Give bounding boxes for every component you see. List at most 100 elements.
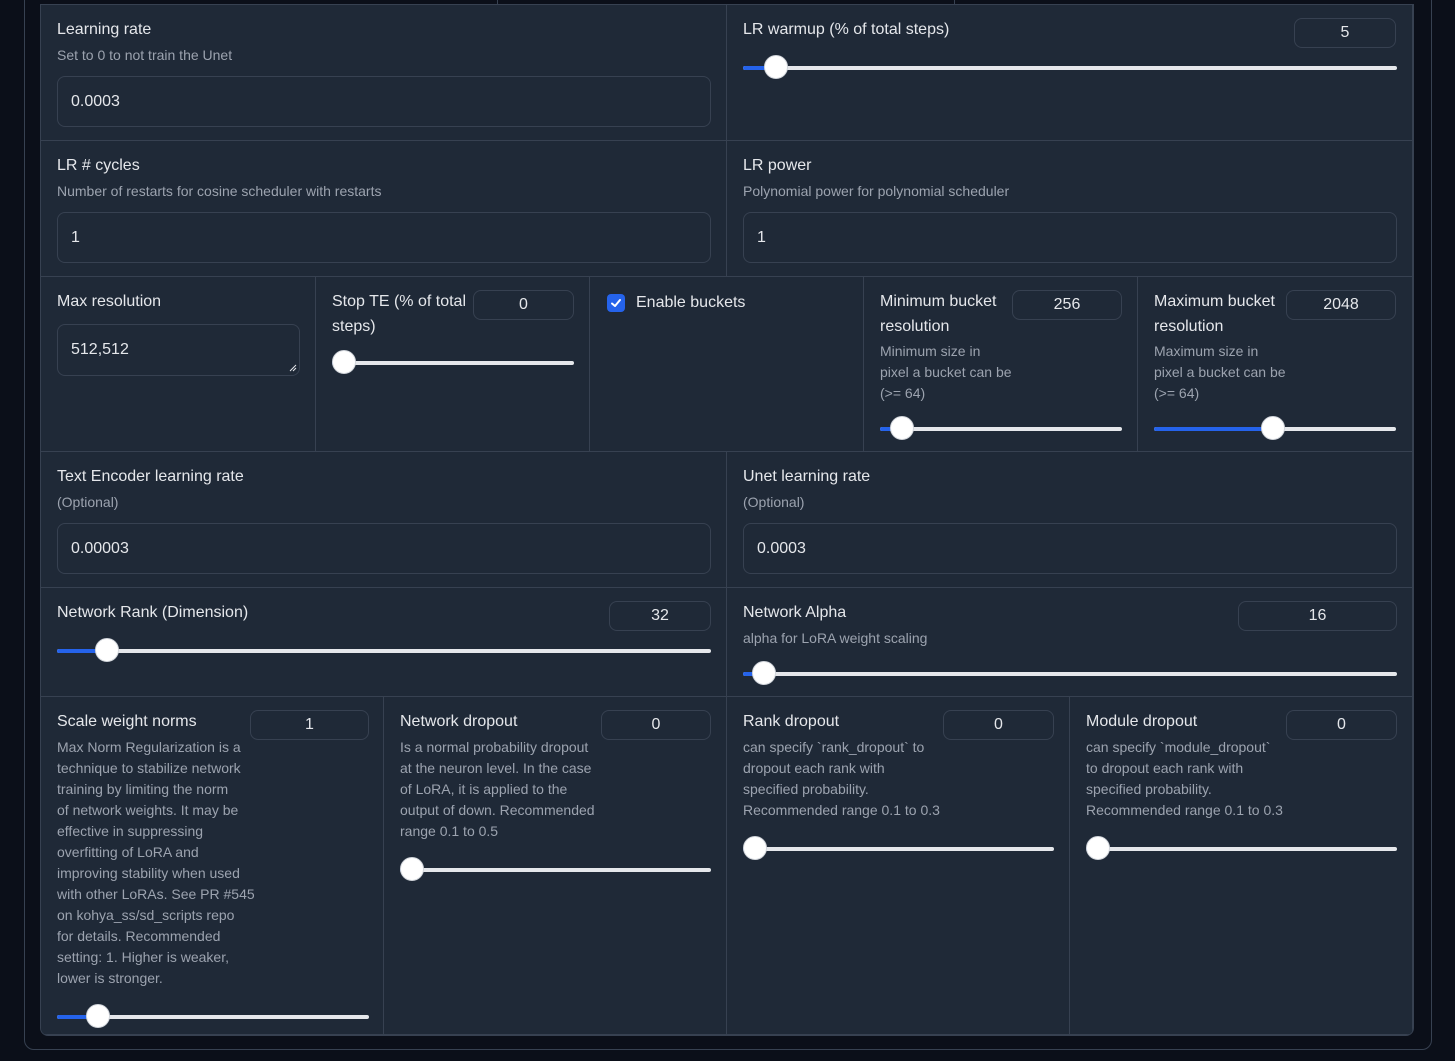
network-dropout-number-input[interactable]: 0 (601, 710, 711, 740)
enable-buckets-block: Enable buckets (590, 277, 864, 452)
network-rank-number-input[interactable]: 32 (609, 601, 711, 631)
network-rank-slider[interactable] (57, 638, 711, 662)
network-alpha-info: alpha for LoRA weight scaling (743, 630, 928, 646)
scale-weight-norms-info-line: with other LoRAs. See PR #545 (57, 886, 255, 902)
max-bucket-info-line3: (>= 64) (1154, 385, 1200, 401)
min-bucket-info-line2: pixel a bucket can be (880, 364, 1012, 380)
network-dropout-info-line: output of down. Recommended (400, 802, 595, 818)
rank-dropout-info-line: specified probability. (743, 781, 869, 797)
max-bucket-slider-thumb[interactable] (1260, 416, 1285, 440)
lr-warmup-label: LR warmup (% of total steps) (743, 21, 950, 38)
lr-cycles-info: Number of restarts for cosine scheduler … (57, 183, 382, 199)
unet-lr-input[interactable]: 0.0003 (743, 523, 1397, 574)
min-bucket-info-line3: (>= 64) (880, 385, 926, 401)
learning-rate-label: Learning rate (57, 21, 152, 38)
network-dropout-slider-thumb[interactable] (400, 857, 424, 881)
lr-cycles-label: LR # cycles (57, 157, 140, 174)
enable-buckets-checkbox[interactable] (607, 294, 625, 312)
rank-dropout-info-line: dropout each rank with (743, 760, 885, 776)
scale-weight-norms-info-line: effective in suppressing (57, 823, 204, 839)
scale-weight-norms-info-line: overfitting of LoRA and (57, 844, 199, 860)
max-bucket-info-line2: pixel a bucket can be (1154, 364, 1286, 380)
stop-te-block: Stop TE (% of total steps) 0 (316, 277, 590, 452)
module-dropout-info-line: can specify `module_dropout` (1086, 739, 1271, 755)
te-lr-info: (Optional) (57, 494, 119, 510)
module-dropout-slider-thumb[interactable] (1086, 836, 1110, 860)
network-dropout-info-line: of LoRA, it is applied to the (400, 781, 568, 797)
scale-weight-norms-info-line: technique to stabilize network (57, 760, 241, 776)
max-resolution-input[interactable]: 512,512 (57, 324, 300, 376)
network-dropout-label: Network dropout (400, 713, 518, 730)
scale-weight-norms-info-line: for details. Recommended (57, 928, 221, 944)
rank-dropout-info-line: Recommended range 0.1 to 0.3 (743, 802, 940, 818)
te-lr-block: Text Encoder learning rate (Optional) 0.… (41, 452, 727, 588)
lr-power-info: Polynomial power for polynomial schedule… (743, 183, 1010, 199)
network-dropout-info-line: at the neuron level. In the case (400, 760, 592, 776)
network-alpha-number-input[interactable]: 16 (1238, 601, 1397, 631)
unet-lr-label: Unet learning rate (743, 468, 871, 485)
network-dropout-info-line: Is a normal probability dropout (400, 739, 589, 755)
module-dropout-block: Module dropout 0 can specify `module_dro… (1070, 697, 1413, 1035)
lr-warmup-slider-thumb[interactable] (763, 55, 788, 79)
max-bucket-number-input[interactable]: 2048 (1286, 290, 1396, 320)
scale-weight-norms-info-line: improving stability when used (57, 865, 240, 881)
scale-weight-norms-info-line: lower is stronger. (57, 970, 163, 986)
network-dropout-block: Network dropout 0 Is a normal probabilit… (384, 697, 727, 1035)
enable-buckets-label[interactable]: Enable buckets (636, 290, 745, 315)
max-bucket-label-line1: Maximum bucket (1154, 293, 1275, 310)
scale-weight-norms-info-line: of network weights. It may be (57, 802, 239, 818)
max-bucket-slider-fill (1154, 427, 1273, 431)
rank-dropout-slider[interactable] (743, 836, 1054, 860)
network-alpha-label: Network Alpha (743, 604, 847, 621)
max-bucket-label-line2: resolution (1154, 318, 1224, 335)
scale-weight-norms-slider[interactable] (57, 1004, 369, 1028)
lr-cycles-block: LR # cycles Number of restarts for cosin… (41, 141, 727, 277)
stop-te-label-line1: Stop TE (% of total (332, 293, 466, 310)
te-lr-input[interactable]: 0.00003 (57, 523, 711, 574)
network-dropout-slider[interactable] (400, 857, 711, 881)
scale-weight-norms-block: Scale weight norms 1 Max Norm Regulariza… (41, 697, 384, 1035)
min-bucket-info-line1: Minimum size in (880, 343, 981, 359)
lr-power-input[interactable]: 1 (743, 212, 1397, 263)
max-resolution-label: Max resolution (57, 293, 162, 310)
lr-power-label: LR power (743, 157, 812, 174)
scale-weight-norms-info-line: setting: 1. Higher is weaker, (57, 949, 229, 965)
network-alpha-block: Network Alpha alpha for LoRA weight scal… (727, 588, 1413, 697)
min-bucket-slider[interactable] (880, 416, 1122, 440)
lr-warmup-slider[interactable] (743, 55, 1397, 79)
scale-weight-norms-number-input[interactable]: 1 (250, 710, 369, 740)
learning-rate-info: Set to 0 to not train the Unet (57, 47, 233, 63)
stop-te-slider-thumb[interactable] (332, 350, 356, 374)
rank-dropout-number-input[interactable]: 0 (943, 710, 1054, 740)
network-rank-block: Network Rank (Dimension) 32 (41, 588, 727, 697)
stop-te-slider[interactable] (332, 350, 574, 374)
max-bucket-info-line1: Maximum size in (1154, 343, 1259, 359)
resize-grip-icon[interactable] (289, 364, 297, 372)
stop-te-number-input[interactable]: 0 (473, 290, 574, 320)
scale-weight-norms-info-line: on kohya_ss/sd_scripts repo (57, 907, 235, 923)
module-dropout-slider[interactable] (1086, 836, 1397, 860)
network-rank-slider-thumb[interactable] (95, 638, 120, 662)
stop-te-label-line2: steps) (332, 318, 376, 335)
network-alpha-slider[interactable] (743, 661, 1397, 685)
module-dropout-info-line: specified probability. (1086, 781, 1212, 797)
module-dropout-number-input[interactable]: 0 (1286, 710, 1397, 740)
network-dropout-info-line: range 0.1 to 0.5 (400, 823, 499, 839)
min-bucket-number-input[interactable]: 256 (1012, 290, 1122, 320)
module-dropout-info-line: to dropout each rank with (1086, 760, 1244, 776)
max-bucket-block: Maximum bucket resolution 2048 Maximum s… (1138, 277, 1413, 452)
min-bucket-slider-thumb[interactable] (889, 416, 914, 440)
te-lr-label: Text Encoder learning rate (57, 468, 244, 485)
scale-weight-norms-label: Scale weight norms (57, 713, 197, 730)
rank-dropout-info-line: can specify `rank_dropout` to (743, 739, 925, 755)
min-bucket-label-line1: Minimum bucket (880, 293, 997, 310)
scale-weight-norms-slider-thumb[interactable] (85, 1004, 110, 1028)
module-dropout-label: Module dropout (1086, 713, 1198, 730)
network-alpha-slider-thumb[interactable] (751, 661, 776, 685)
lr-cycles-input[interactable]: 1 (57, 212, 711, 263)
rank-dropout-label: Rank dropout (743, 713, 840, 730)
rank-dropout-slider-thumb[interactable] (743, 836, 767, 860)
max-bucket-slider[interactable] (1154, 416, 1396, 440)
lr-warmup-number-input[interactable]: 5 (1294, 18, 1396, 48)
learning-rate-input[interactable]: 0.0003 (57, 76, 711, 127)
